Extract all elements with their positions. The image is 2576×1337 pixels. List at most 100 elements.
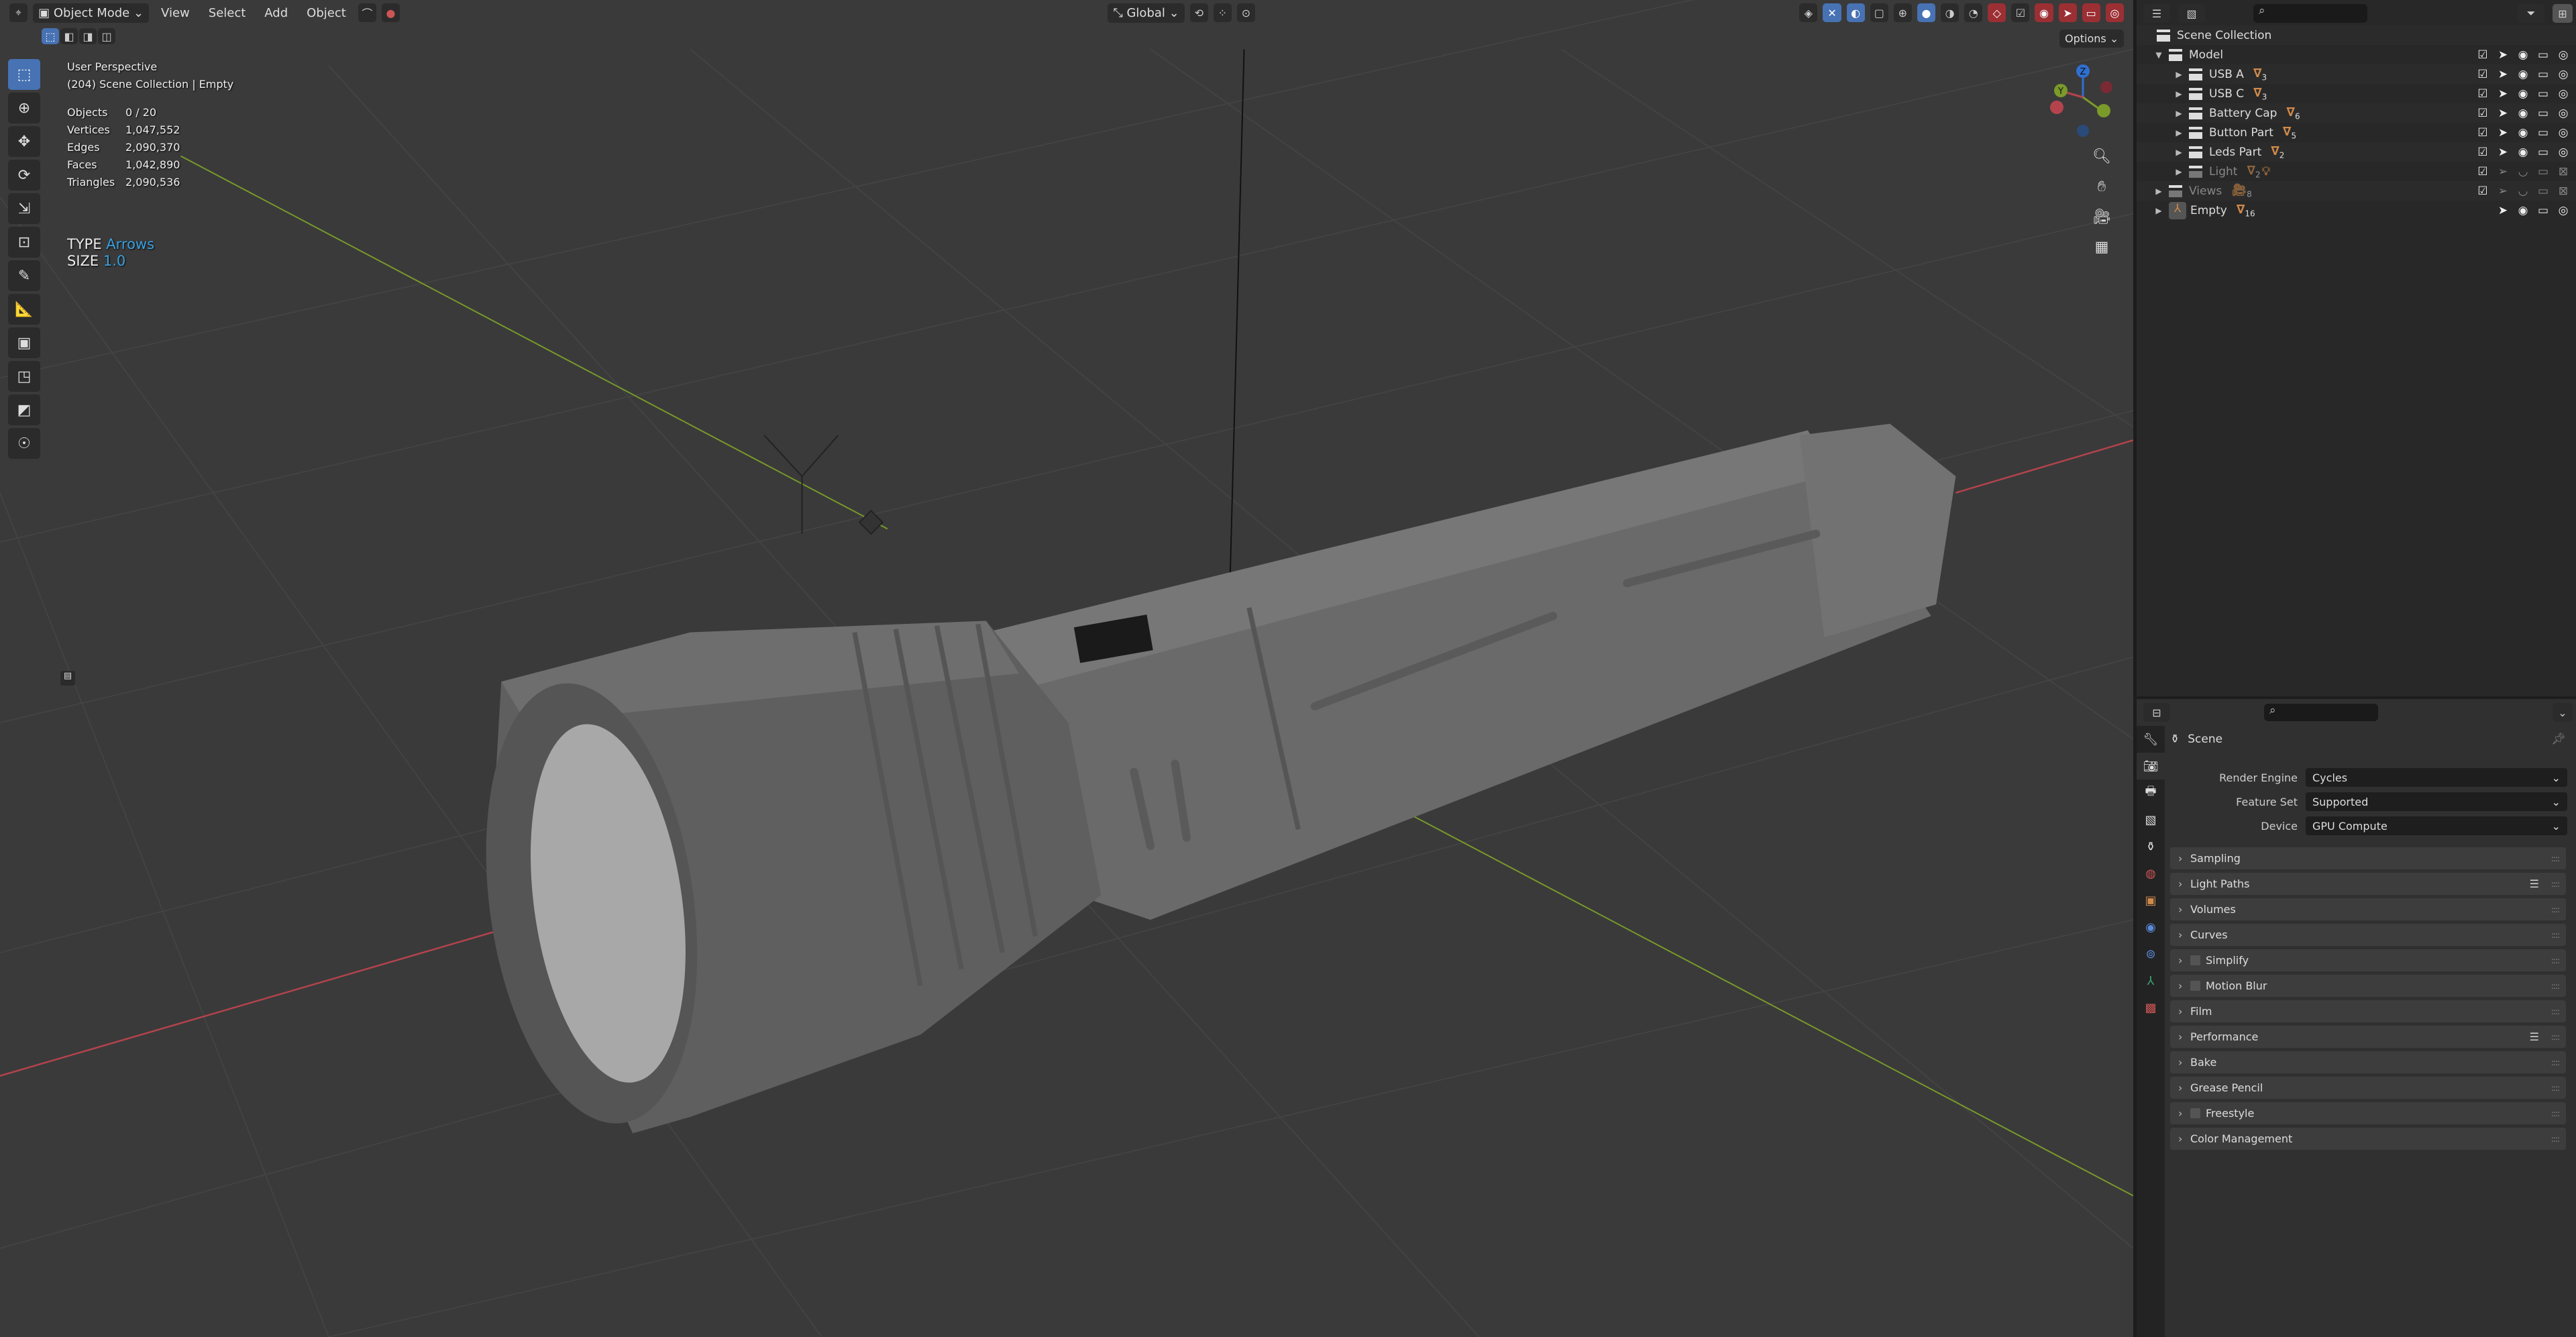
gizmo-toggle-icon[interactable]: ✕ (1823, 3, 1841, 22)
tree-item-usb-a[interactable]: ▶ USB A ∇3 ☑ ➤ ◉ ▭ ◎ (2137, 64, 2576, 84)
tree-item-scene-collection[interactable]: Scene Collection (2137, 25, 2576, 45)
expand-right-icon[interactable]: ▶ (2173, 89, 2185, 99)
select-new-icon[interactable]: ⬚ (42, 28, 59, 44)
visibility-icon[interactable]: ◈ (1799, 3, 1818, 22)
tree-item-button-part[interactable]: ▶ Button Part ∇5 ☑ ➤ ◉ ▭ ◎ (2137, 123, 2576, 142)
monitor-icon[interactable]: ▭ (2536, 126, 2551, 140)
menu-object[interactable]: Object (300, 3, 353, 23)
exclude-checkbox[interactable]: ☑ (2475, 48, 2490, 62)
tree-item-empty[interactable]: ▶ ⅄ Empty ∇16 ➤ ◉ ▭ ◎ (2137, 201, 2576, 220)
solid-shading-icon[interactable]: ● (1917, 3, 1936, 22)
exclude-checkbox[interactable]: ☑ (2475, 87, 2490, 101)
texture-tab-icon[interactable]: ▩ (2137, 994, 2165, 1021)
navigation-gizmo[interactable]: Z Y (2039, 60, 2127, 148)
zoom-icon[interactable]: 🔍︎ (2090, 144, 2114, 168)
expand-right-icon[interactable]: ▶ (2173, 70, 2185, 79)
rendered-shading-icon[interactable]: ◔ (1964, 3, 1983, 22)
sidebar-toggle-icon[interactable]: ▤ (60, 671, 75, 686)
tree-item-battery-cap[interactable]: ▶ Battery Cap ∇6 ☑ ➤ ◉ ▭ ◎ (2137, 103, 2576, 123)
display-mode-icon[interactable]: ▧ (2178, 4, 2205, 23)
snap-icon[interactable]: ⁘ (1213, 3, 1232, 22)
select-subtract-icon[interactable]: ◨ (79, 28, 97, 44)
expand-right-icon[interactable]: ▶ (2153, 206, 2165, 215)
select-pointer-icon[interactable]: ➤ (2496, 68, 2510, 81)
select-pointer-icon[interactable]: ➤ (2496, 146, 2510, 159)
cursor-tool-icon[interactable]: ⊕ (8, 93, 40, 123)
camera-icon[interactable]: ◎ (2556, 48, 2571, 62)
options-button[interactable]: Options ⌄ (2059, 30, 2125, 48)
move-tool-icon[interactable]: ✥ (8, 126, 40, 157)
object-data-tab-icon[interactable]: ⅄ (2137, 967, 2165, 994)
select-pointer-icon[interactable]: ➤ (2496, 204, 2510, 217)
camera-icon[interactable]: ◎ (2556, 107, 2571, 120)
eye-icon[interactable]: ◉ (2516, 126, 2530, 140)
eye-icon[interactable]: ◉ (2516, 87, 2530, 101)
tree-item-light[interactable]: ▶ Light ∇2 💡︎ ☑ ➢ ◡ ▭ ⊠ (2137, 162, 2576, 181)
expand-right-icon[interactable]: ▶ (2153, 186, 2165, 196)
camera-icon[interactable]: ◎ (2556, 87, 2571, 101)
eye-closed-icon[interactable]: ◡ (2516, 184, 2530, 198)
pin-icon[interactable]: 📌︎ (2551, 733, 2566, 746)
scale-tool-icon[interactable]: ⇲ (8, 193, 40, 224)
exclude-checkbox[interactable]: ☑ (2475, 107, 2490, 120)
checkbox-icon[interactable]: ☑ (2011, 3, 2030, 22)
panel-film[interactable]: › Film:::: (2170, 1000, 2566, 1022)
drag-handle-icon[interactable]: :::: (2551, 1134, 2560, 1144)
select-pointer-icon[interactable]: ➤ (2496, 126, 2510, 140)
presets-list-icon[interactable]: ☰ (2530, 1030, 2539, 1043)
tree-item-leds-part[interactable]: ▶ Leds Part ∇2 ☑ ➤ ◉ ▭ ◎ (2137, 142, 2576, 162)
tree-item-usb-c[interactable]: ▶ USB C ∇3 ☑ ➤ ◉ ▭ ◎ (2137, 84, 2576, 103)
camera-view-icon[interactable]: 🎥︎ (2090, 205, 2114, 229)
xray-icon[interactable]: ▢ (1870, 3, 1888, 22)
monitor-icon[interactable]: ▭ (2082, 3, 2100, 22)
panel-sampling[interactable]: › Sampling:::: (2170, 847, 2566, 869)
physics-tab-icon[interactable]: ◉ (2137, 914, 2165, 941)
monitor-icon[interactable]: ▭ (2536, 87, 2551, 101)
eye-closed-icon[interactable]: ◡ (2516, 165, 2530, 178)
image-tool-icon[interactable]: ◩ (8, 394, 40, 425)
expand-right-icon[interactable]: ▶ (2173, 109, 2185, 118)
drag-handle-icon[interactable]: :::: (2551, 1032, 2560, 1042)
annotate-tool-icon[interactable]: ✎ (8, 260, 40, 291)
camera-icon[interactable]: ◎ (2556, 68, 2571, 81)
camera-disabled-icon[interactable]: ⊠ (2556, 184, 2571, 198)
rotate-tool-icon[interactable]: ⟳ (8, 160, 40, 191)
device-dropdown[interactable]: GPU Compute ⌄ (2306, 816, 2567, 835)
drag-handle-icon[interactable]: :::: (2551, 956, 2560, 965)
exclude-checkbox[interactable]: ☑ (2475, 126, 2490, 140)
outliner-search-input[interactable]: ⌕ (2253, 4, 2367, 23)
expand-right-icon[interactable]: ▶ (2173, 167, 2185, 176)
exclude-checkbox[interactable]: ☑ (2475, 68, 2490, 81)
wireframe-shading-icon[interactable]: ⊕ (1893, 3, 1912, 22)
monitor-icon[interactable]: ▭ (2536, 48, 2551, 62)
editor-type-icon[interactable]: ⊟ (2143, 703, 2170, 722)
eye-icon[interactable]: ◉ (2516, 68, 2530, 81)
pan-hand-icon[interactable]: ✋︎ (2090, 174, 2114, 199)
new-collection-icon[interactable]: ⊞ (2553, 4, 2573, 23)
menu-select[interactable]: Select (202, 3, 253, 23)
scene-tab-icon[interactable]: ⚱ (2137, 833, 2165, 860)
constraints-tab-icon[interactable]: ⊚ (2137, 941, 2165, 967)
properties-search-input[interactable]: ⌕ (2264, 704, 2378, 721)
motion-blur-checkbox[interactable] (2190, 981, 2200, 991)
mode-dropdown[interactable]: ▣ Object Mode ⌄ (33, 3, 150, 23)
drag-handle-icon[interactable]: :::: (2551, 879, 2560, 889)
panel-simplify[interactable]: › Simplify:::: (2170, 949, 2566, 971)
expand-right-icon[interactable]: ▶ (2173, 128, 2185, 138)
panel-grease-pencil[interactable]: › Grease Pencil:::: (2170, 1077, 2566, 1099)
drag-handle-icon[interactable]: :::: (2551, 1007, 2560, 1016)
feature-set-dropdown[interactable]: Supported ⌄ (2306, 792, 2567, 811)
camera-icon[interactable]: ◎ (2105, 3, 2124, 22)
exclude-checkbox[interactable]: ☑ (2475, 146, 2490, 159)
render-engine-dropdown[interactable]: Cycles ⌄ (2306, 768, 2567, 787)
monitor-icon[interactable]: ▭ (2536, 204, 2551, 217)
select-box-tool-icon[interactable]: ⬚ (8, 59, 40, 90)
monitor-icon[interactable]: ▭ (2536, 184, 2551, 198)
rigid-body-tool-icon[interactable]: ☉ (8, 428, 40, 459)
freestyle-checkbox[interactable] (2190, 1108, 2200, 1118)
panel-curves[interactable]: › Curves:::: (2170, 924, 2566, 946)
simplify-checkbox[interactable] (2190, 955, 2200, 965)
select-extend-icon[interactable]: ◧ (60, 28, 78, 44)
world-tab-icon[interactable]: ◍ (2137, 860, 2165, 887)
perspective-toggle-icon[interactable]: ▦ (2090, 235, 2114, 259)
